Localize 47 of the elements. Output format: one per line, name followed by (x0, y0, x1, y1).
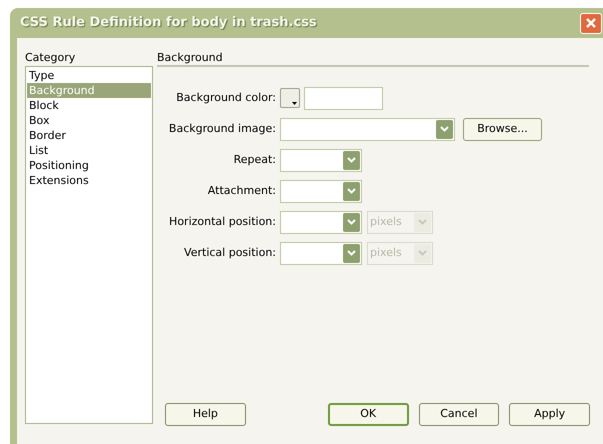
field-label: Horizontal position: (168, 214, 277, 230)
category-label: Category (25, 51, 76, 65)
chevron-down-icon (347, 157, 356, 163)
dropdown-field[interactable] (280, 180, 362, 202)
window-title: CSS Rule Definition for body in trash.css (19, 14, 317, 32)
category-item[interactable]: Positioning (27, 158, 151, 173)
close-icon (585, 17, 597, 29)
field-label: Background color: (175, 90, 277, 106)
field-label: Background image: (168, 120, 277, 137)
browse-button[interactable]: Browse... (463, 118, 542, 140)
close-button[interactable] (580, 12, 602, 34)
category-item[interactable]: Box (27, 113, 151, 128)
section-heading: Background (157, 51, 224, 65)
dropdown-button[interactable] (343, 212, 360, 232)
chevron-down-icon (347, 250, 356, 256)
chevron-down-icon (347, 219, 356, 225)
chevron-down-icon (440, 126, 449, 132)
dropdown-field[interactable] (280, 148, 362, 172)
dialog-button[interactable]: OK (328, 403, 408, 426)
color-swatch-button[interactable] (280, 88, 300, 108)
dropdown-button[interactable] (436, 120, 453, 138)
dialog-button[interactable]: Help (165, 403, 246, 426)
dropdown-field[interactable] (280, 210, 362, 234)
category-item[interactable]: Border (27, 128, 151, 143)
category-item[interactable]: Type (27, 68, 151, 83)
dropdown-button[interactable] (343, 182, 360, 200)
chevron-down-icon (418, 250, 427, 256)
unit-value: pixels (369, 244, 402, 261)
chevron-down-icon (347, 188, 356, 194)
field-label: Attachment: (206, 182, 277, 199)
image-combo-box[interactable] (280, 118, 455, 140)
color-input-field[interactable] (304, 86, 383, 110)
field-label: Vertical position: (183, 244, 277, 261)
dialog-button[interactable]: Apply (509, 403, 590, 426)
unit-value: pixels (369, 214, 402, 230)
dropdown-button[interactable] (343, 150, 360, 170)
caret-icon (292, 102, 297, 105)
dropdown-button[interactable] (414, 244, 431, 262)
dropdown-button[interactable] (414, 212, 431, 232)
chevron-down-icon (418, 219, 427, 225)
dialog-button[interactable]: Cancel (418, 403, 500, 426)
category-item[interactable]: List (27, 143, 151, 158)
dropdown-button[interactable] (343, 244, 360, 262)
category-item[interactable]: Block (27, 98, 151, 113)
field-label: Repeat: (232, 152, 277, 168)
dropdown-field[interactable] (280, 242, 362, 264)
category-item[interactable]: Extensions (27, 173, 151, 188)
